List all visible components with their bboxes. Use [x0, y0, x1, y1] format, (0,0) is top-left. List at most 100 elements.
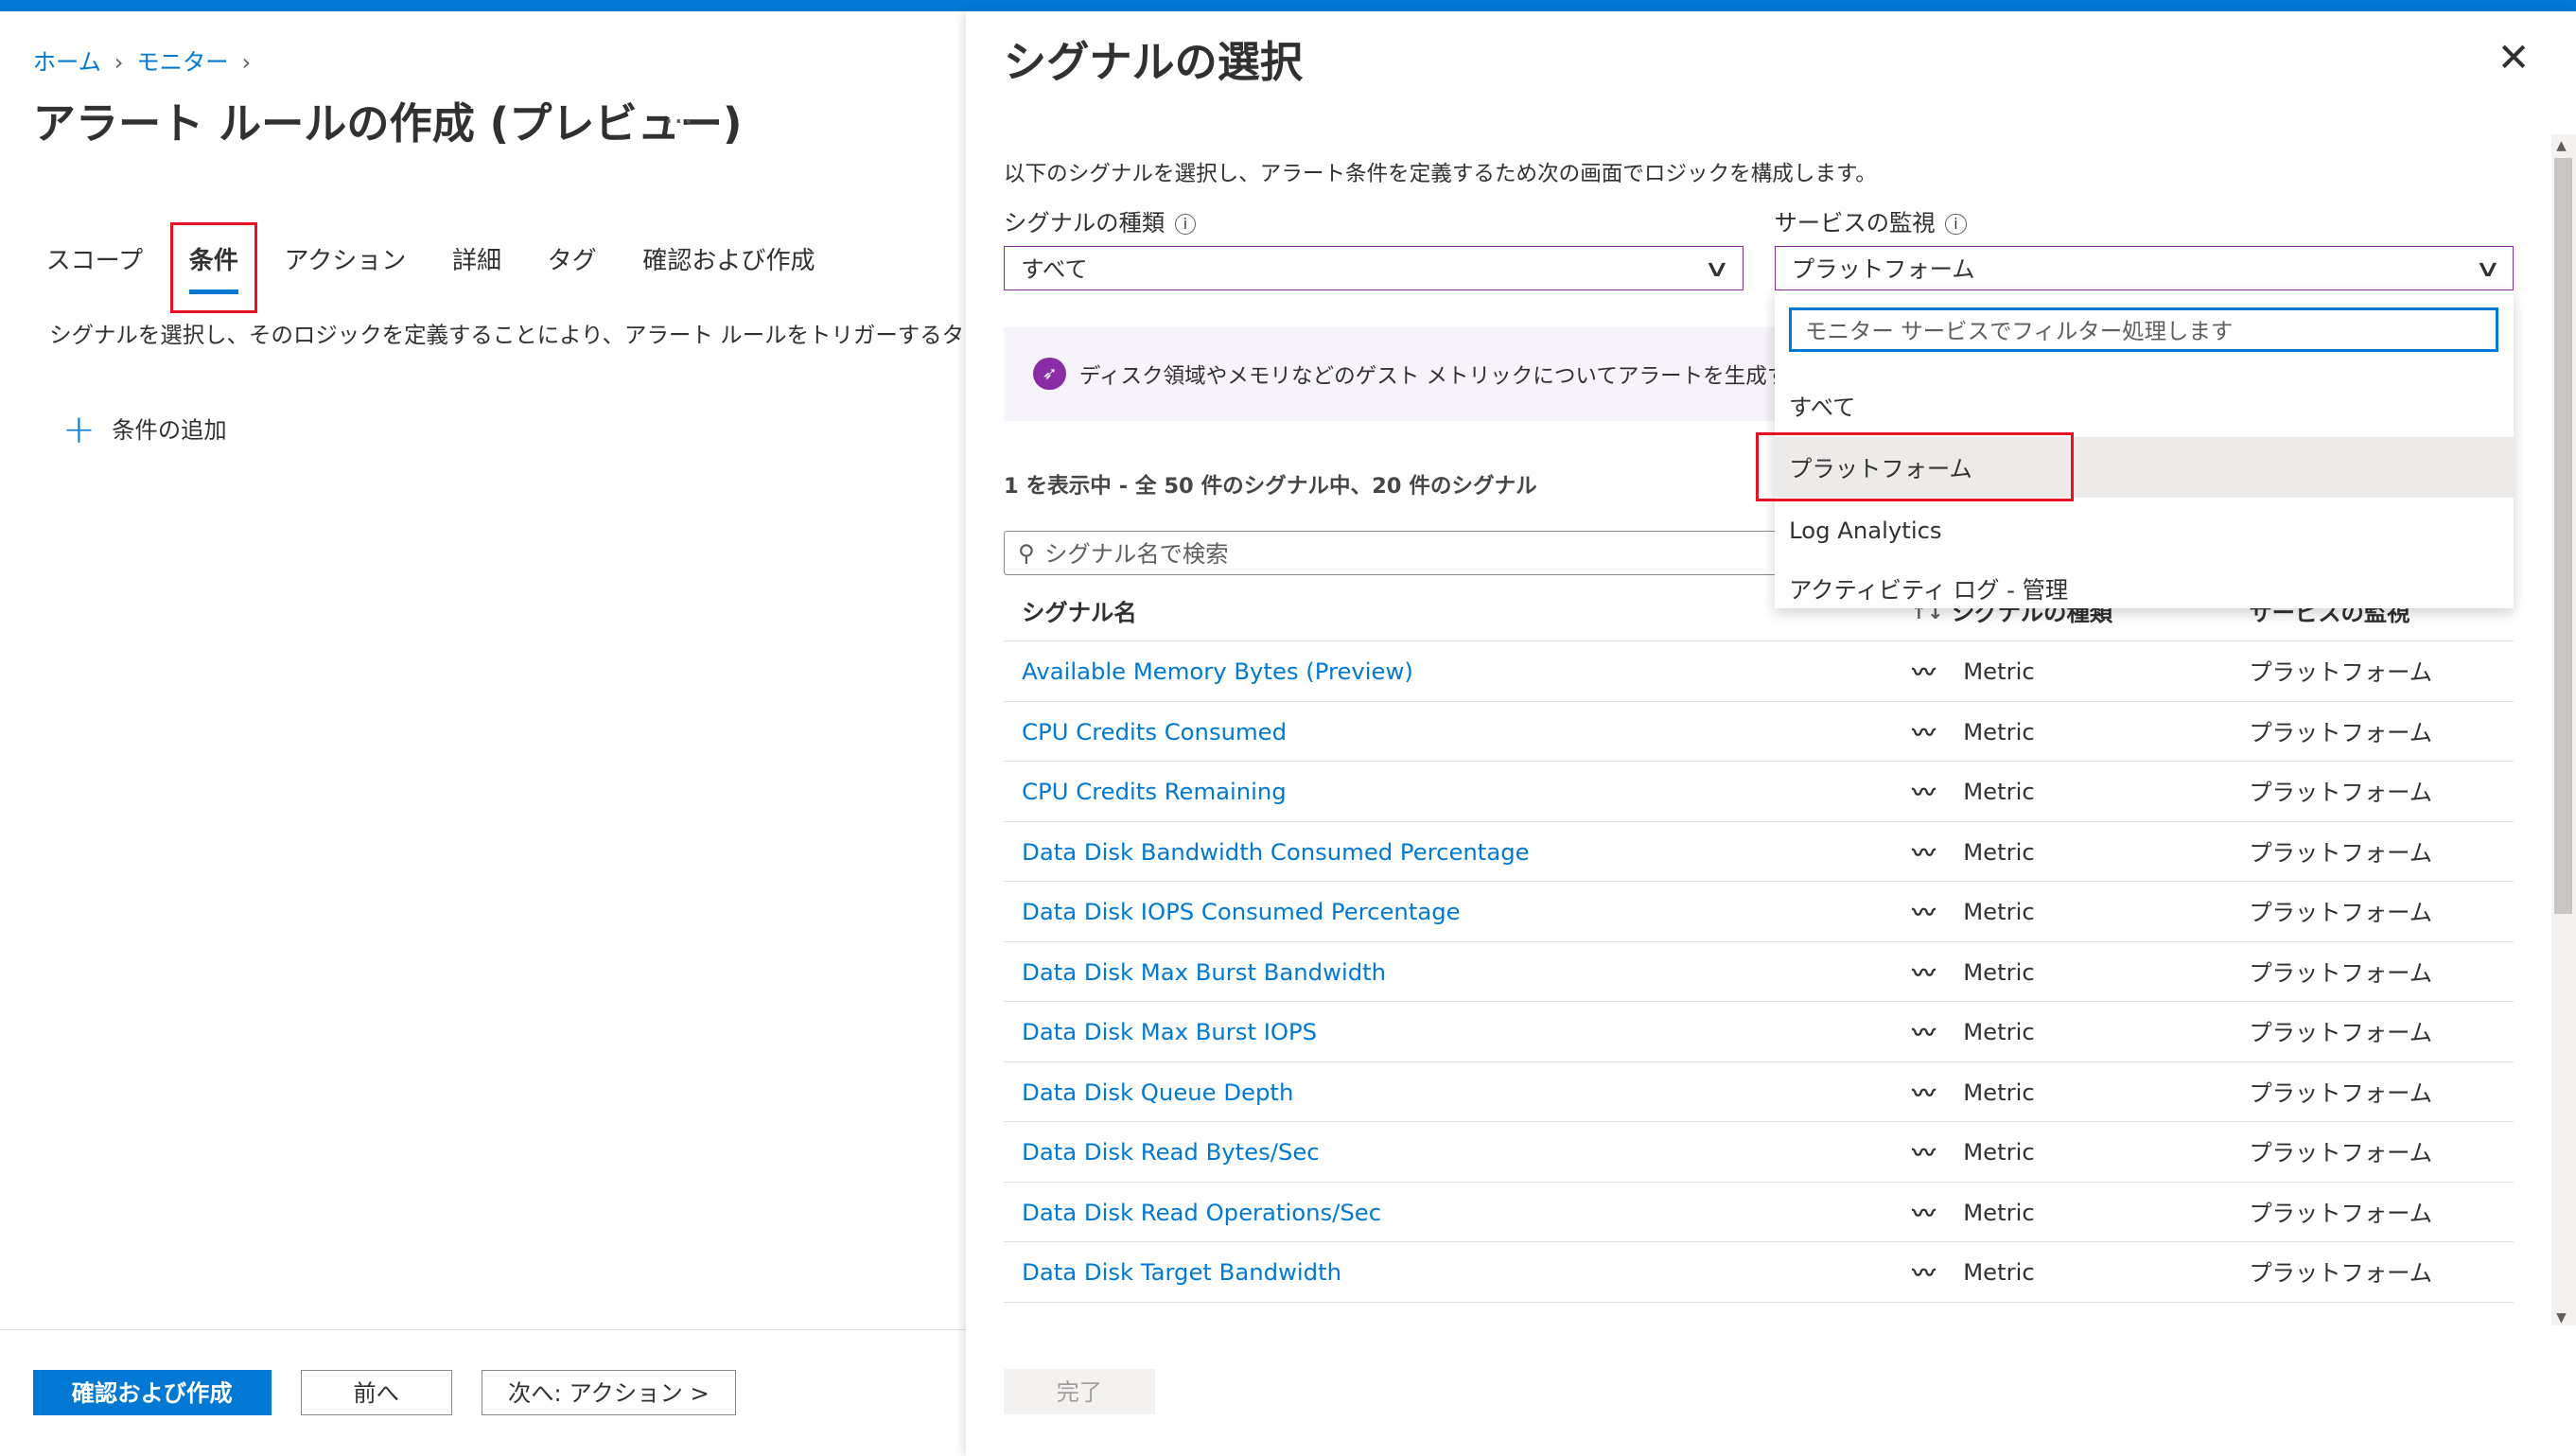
service-cell: プラットフォーム	[2249, 1079, 2433, 1107]
close-icon[interactable]: ✕	[2497, 34, 2531, 80]
metric-icon: 〰	[1912, 899, 1936, 927]
top-bar	[0, 0, 2576, 12]
table-row[interactable]: Data Disk Bandwidth Consumed Percentage …	[1004, 822, 2514, 883]
tab-scope[interactable]: スコープ	[46, 241, 144, 294]
next-actions-button[interactable]: 次へ: アクション >	[481, 1369, 736, 1416]
metric-icon: 〰	[1912, 1139, 1936, 1167]
chevron-right-icon: ›	[241, 47, 252, 76]
signal-type-cell: 〰 Metric	[1901, 655, 2249, 688]
table-row[interactable]: Available Memory Bytes (Preview) 〰 Metric…	[1004, 641, 2514, 702]
signal-type: Metric	[1963, 1258, 2035, 1287]
signal-type: Metric	[1963, 657, 2035, 685]
signal-type-cell: 〰 Metric	[1901, 1076, 2249, 1109]
signal-type: Metric	[1963, 1018, 2035, 1046]
signal-name-link[interactable]: CPU Credits Consumed	[1004, 718, 1901, 746]
tab-review-create[interactable]: 確認および作成	[642, 241, 815, 294]
table-row[interactable]: Data Disk Read Operations/Sec 〰 Metric プラ…	[1004, 1183, 2514, 1243]
metric-icon: 〰	[1912, 1079, 1936, 1107]
signal-type: Metric	[1963, 957, 2035, 986]
signal-type: Metric	[1963, 1078, 2035, 1106]
service-cell: プラットフォーム	[2249, 838, 2433, 867]
search-placeholder: シグナル名で検索	[1044, 539, 1229, 568]
service-cell: プラットフォーム	[2249, 958, 2433, 987]
metric-icon: 〰	[1912, 1199, 1936, 1227]
signal-name-link[interactable]: CPU Credits Remaining	[1004, 778, 1901, 805]
signal-name-link[interactable]: Data Disk IOPS Consumed Percentage	[1004, 898, 1901, 925]
add-condition-button[interactable]: + 条件の追加	[62, 406, 227, 452]
condition-description: シグナルを選択し、そのロジックを定義することにより、アラート ルールをトリガーす…	[49, 322, 963, 349]
breadcrumb-monitor[interactable]: モニター	[136, 48, 228, 76]
column-label: シグナル名	[1022, 599, 1137, 627]
more-icon[interactable]: …	[664, 96, 693, 131]
tab-condition[interactable]: 条件	[169, 221, 258, 314]
service-label-text: サービスの監視	[1774, 209, 1936, 237]
scrollbar[interactable]: ▲ ▼	[2550, 134, 2576, 1326]
info-icon[interactable]: i	[1945, 213, 1967, 236]
metric-icon: 〰	[1912, 779, 1936, 807]
column-signal-name[interactable]: シグナル名	[1004, 595, 1901, 628]
create-alert-rule-page: ホーム › モニター › アラート ルールの作成 (プレビュー) … スコープ 条件 …	[0, 11, 967, 1456]
metric-icon: 〰	[1912, 658, 1936, 686]
panel-title: シグナルの選択	[1004, 36, 1304, 87]
service-filter-input[interactable]: モニター サービスでフィルター処理します	[1789, 307, 2499, 352]
signal-type-cell: 〰 Metric	[1901, 715, 2249, 748]
table-row[interactable]: Data Disk Read Bytes/Sec 〰 Metric プラットフォー…	[1004, 1122, 2514, 1183]
signal-type-cell: 〰 Metric	[1901, 1015, 2249, 1048]
search-icon: ⚲	[1017, 538, 1035, 567]
done-button[interactable]: 完了	[1004, 1368, 1155, 1415]
scroll-up-icon[interactable]: ▲	[2556, 138, 2567, 153]
table-row[interactable]: Data Disk Max Burst Bandwidth 〰 Metric プラ…	[1004, 942, 2514, 1003]
signal-name-link[interactable]: Data Disk Target Bandwidth	[1004, 1258, 1901, 1286]
signal-name-link[interactable]: Data Disk Read Operations/Sec	[1004, 1199, 1901, 1226]
service-cell: プラットフォーム	[2249, 1199, 2433, 1227]
breadcrumb-home[interactable]: ホーム	[33, 48, 101, 76]
signal-count: 1 を表示中 - 全 50 件のシグナル中、20 件のシグナル	[1004, 473, 1537, 499]
signal-type: Metric	[1963, 1198, 2035, 1226]
footer: 確認および作成 前へ 次へ: アクション >	[0, 1328, 967, 1456]
table-row[interactable]: Data Disk IOPS Consumed Percentage 〰 Metr…	[1004, 882, 2514, 942]
signal-name-link[interactable]: Data Disk Bandwidth Consumed Percentage	[1004, 838, 1901, 866]
filter-placeholder: モニター サービスでフィルター処理します	[1805, 318, 2234, 345]
scroll-down-icon[interactable]: ▼	[2556, 1310, 2567, 1325]
monitor-service-value: プラットフォーム	[1791, 255, 1975, 284]
review-create-button[interactable]: 確認および作成	[32, 1369, 272, 1416]
add-condition-label: 条件の追加	[112, 415, 227, 444]
signal-type-dropdown[interactable]: すべて ∨	[1004, 246, 1744, 291]
menu-item-log-analytics[interactable]: Log Analytics	[1775, 500, 2514, 560]
signal-name-link[interactable]: Data Disk Read Bytes/Sec	[1004, 1138, 1901, 1166]
signal-type: Metric	[1963, 898, 2035, 926]
signal-name-link[interactable]: Data Disk Max Burst IOPS	[1004, 1018, 1901, 1045]
chevron-right-icon: ›	[114, 47, 124, 76]
select-signal-panel: シグナルの選択 ✕ 以下のシグナルを選択し、アラート条件を定義するため次の画面で…	[966, 11, 2576, 1456]
table-row[interactable]: Data Disk Max Burst IOPS 〰 Metric プラットフォー…	[1004, 1002, 2514, 1062]
info-icon[interactable]: i	[1174, 213, 1197, 236]
signal-type-cell: 〰 Metric	[1901, 956, 2249, 989]
menu-item-all[interactable]: すべて	[1775, 377, 2514, 437]
table-row[interactable]: Data Disk Target Bandwidth 〰 Metric プラットフ…	[1004, 1242, 2514, 1303]
signal-type-cell: 〰 Metric	[1901, 895, 2249, 928]
table-row[interactable]: Data Disk Queue Depth 〰 Metric プラットフォーム	[1004, 1062, 2514, 1123]
tab-details[interactable]: 詳細	[452, 241, 501, 294]
signal-name-link[interactable]: Data Disk Max Burst Bandwidth	[1004, 958, 1901, 986]
chevron-down-icon: ∨	[1704, 254, 1731, 283]
monitor-service-dropdown[interactable]: プラットフォーム ∨	[1774, 246, 2514, 291]
signal-type-cell: 〰 Metric	[1901, 835, 2249, 868]
service-cell: プラットフォーム	[2249, 1139, 2433, 1167]
scrollbar-thumb[interactable]	[2554, 157, 2573, 914]
signal-name-link[interactable]: Data Disk Queue Depth	[1004, 1079, 1901, 1106]
tab-tags[interactable]: タグ	[548, 241, 597, 294]
tab-actions[interactable]: アクション	[284, 241, 406, 294]
previous-button[interactable]: 前へ	[300, 1369, 452, 1416]
service-cell: プラットフォーム	[2249, 779, 2433, 807]
page-title: アラート ルールの作成 (プレビュー)	[32, 98, 743, 149]
tab-bar: スコープ 条件 アクション 詳細 タグ 確認および作成	[46, 221, 862, 314]
metric-icon: 〰	[1912, 718, 1936, 746]
breadcrumb: ホーム › モニター ›	[33, 44, 264, 78]
table-row[interactable]: CPU Credits Consumed 〰 Metric プラットフォーム	[1004, 702, 2514, 763]
signal-type-label-text: シグナルの種類	[1004, 209, 1165, 237]
service-label: サービスの監視 i	[1775, 205, 1967, 238]
table-row[interactable]: CPU Credits Remaining 〰 Metric プラットフォーム	[1004, 762, 2514, 822]
signal-type-value: すべて	[1021, 255, 1088, 284]
signal-name-link[interactable]: Available Memory Bytes (Preview)	[1004, 658, 1901, 685]
menu-item-activity-log[interactable]: アクティビティ ログ - 管理	[1775, 558, 2514, 619]
